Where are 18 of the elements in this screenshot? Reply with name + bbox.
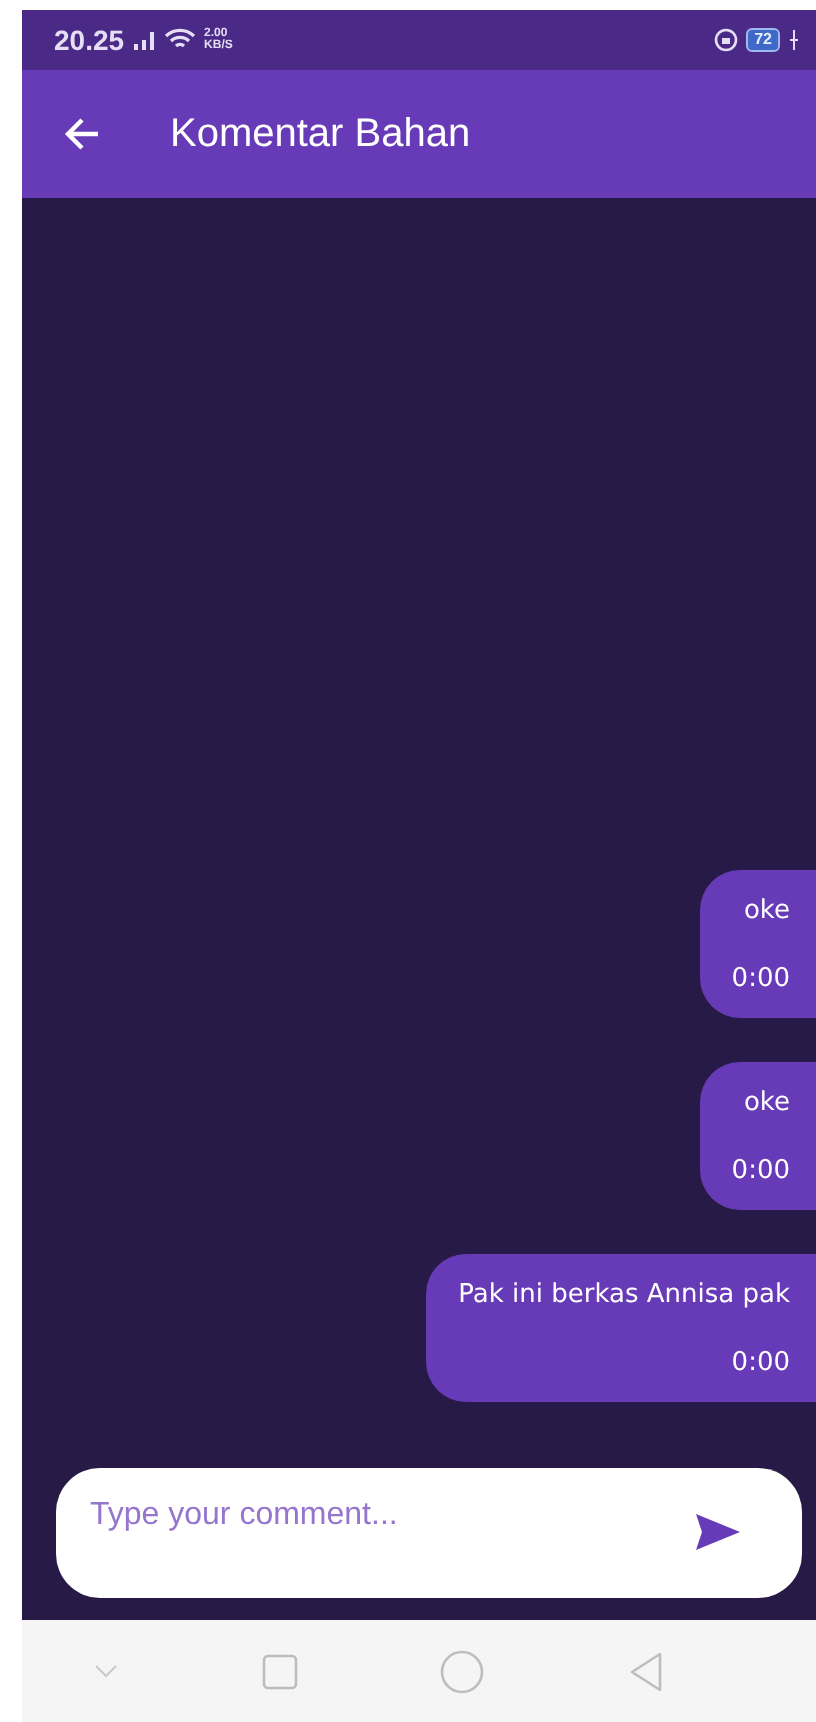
battery-indicator: 72 <box>746 28 780 52</box>
screen-title: Komentar Bahan <box>170 111 471 157</box>
status-time: 20.25 <box>54 24 125 56</box>
comment-time: 0:00 <box>731 1156 790 1186</box>
recents-button[interactable] <box>261 1653 298 1689</box>
signal-icon <box>132 30 157 50</box>
comment-text: oke <box>743 1088 790 1118</box>
comment-text: Pak ini berkas Annisa pak <box>458 1280 790 1310</box>
comment-time: 0:00 <box>731 1348 790 1378</box>
home-button[interactable] <box>440 1649 485 1693</box>
comment-field[interactable]: Type your comment... <box>56 1468 802 1598</box>
send-button[interactable] <box>694 1512 742 1552</box>
back-button[interactable] <box>62 114 102 154</box>
back-nav-button[interactable] <box>628 1651 665 1691</box>
wifi-icon <box>164 28 197 52</box>
chevron-down-icon[interactable] <box>93 1663 118 1679</box>
comment-text: oke <box>743 896 790 926</box>
comment-time: 0:00 <box>731 964 790 994</box>
